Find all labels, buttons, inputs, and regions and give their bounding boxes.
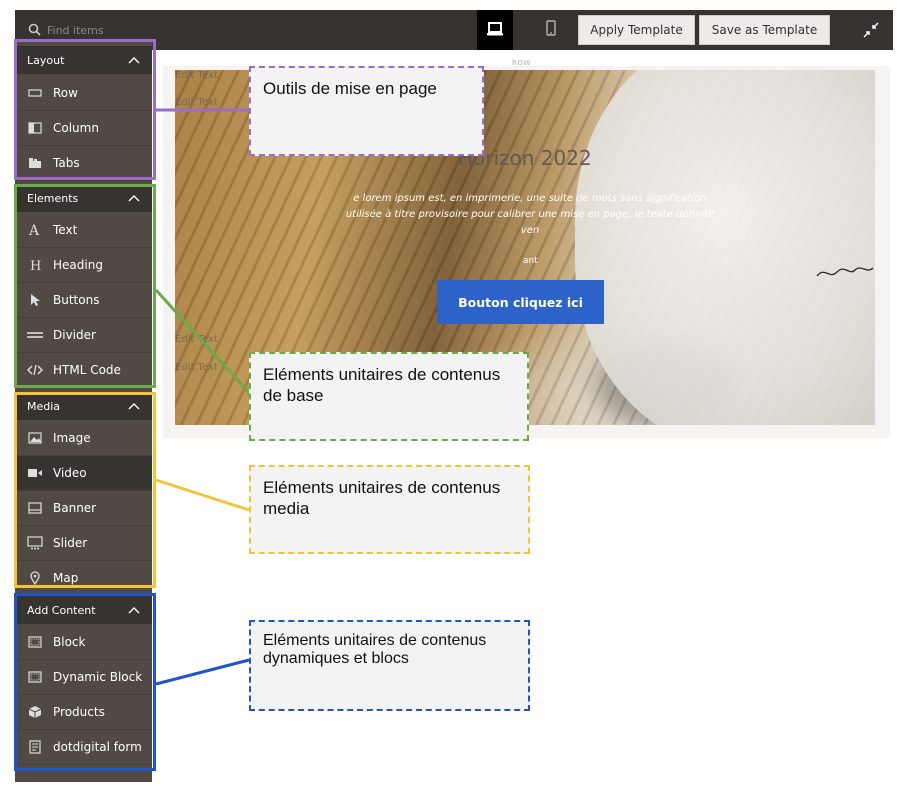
mobile-icon (546, 20, 556, 40)
callout-dynamic-elements: Eléments unitaires de contenus dynamique… (249, 620, 530, 711)
edit-text-placeholder[interactable]: Edit Text (175, 362, 218, 373)
callout-layout-tools: Outils de mise en page (249, 66, 484, 156)
cup-signature (816, 267, 874, 277)
banner-cta-button[interactable]: Bouton cliquez ici (437, 280, 604, 324)
edit-text-placeholder[interactable]: Edit Text (175, 70, 218, 81)
layout-group-highlight (14, 39, 156, 180)
search-icon (28, 21, 41, 40)
edit-text-placeholder[interactable]: Edit Text (175, 97, 218, 108)
save-as-template-button[interactable]: Save as Template (699, 15, 830, 45)
elements-group-highlight (14, 184, 156, 388)
collapse-icon (861, 22, 881, 44)
banner-small-text[interactable]: ant (523, 256, 538, 266)
desktop-icon (487, 21, 503, 40)
media-group-highlight (14, 392, 156, 588)
row-label: ROW (512, 59, 531, 67)
edit-text-placeholder[interactable]: Edit Text (175, 334, 218, 345)
callout-base-elements: Eléments unitaires de contenus de base (249, 352, 529, 441)
search-input[interactable] (47, 23, 347, 37)
banner-body-text[interactable]: e lorem ipsum est, en imprimerie, une su… (345, 191, 715, 239)
desktop-view-button[interactable] (477, 10, 513, 50)
fullscreen-toggle[interactable] (861, 20, 881, 40)
coffee-cup-image (575, 70, 875, 425)
apply-template-button[interactable]: Apply Template (578, 15, 695, 45)
mobile-view-button[interactable] (533, 10, 569, 50)
add-content-group-highlight (14, 593, 156, 771)
callout-media-elements: Eléments unitaires de contenus media (249, 465, 530, 554)
